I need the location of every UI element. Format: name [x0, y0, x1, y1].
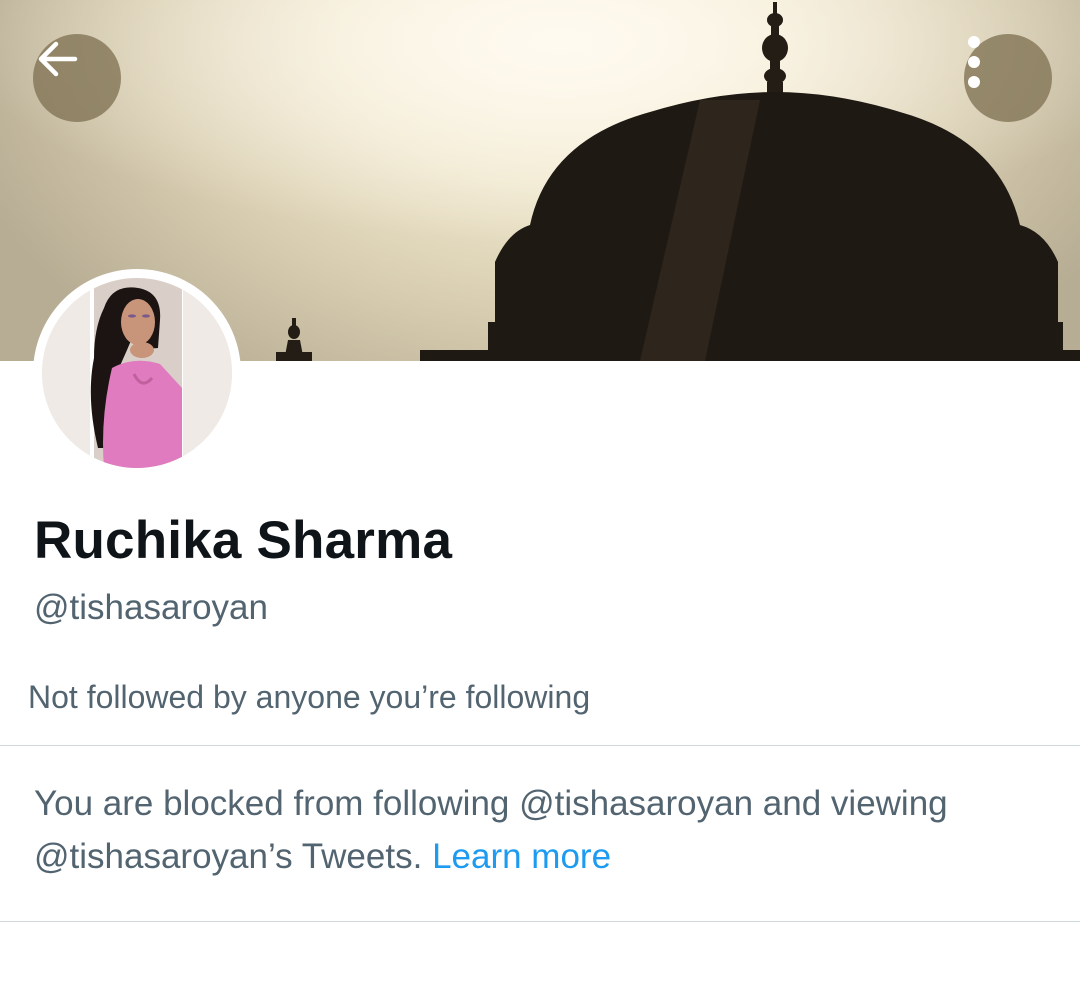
followers-you-know[interactable]: Not followed by anyone you’re following — [28, 679, 590, 716]
divider — [0, 921, 1080, 922]
more-vertical-icon — [968, 36, 980, 88]
blocked-notice: You are blocked from following @tishasar… — [34, 777, 1064, 883]
divider — [0, 745, 1080, 746]
learn-more-link[interactable]: Learn more — [432, 837, 611, 876]
username-handle: @tishasaroyan — [34, 588, 268, 627]
avatar-photo — [42, 278, 232, 468]
profile-photo-image — [42, 278, 232, 468]
arrow-left-icon — [38, 41, 78, 77]
more-options-button[interactable] — [964, 34, 1052, 122]
avatar[interactable] — [33, 269, 241, 477]
display-name: Ruchika Sharma — [34, 511, 453, 570]
back-button[interactable] — [33, 34, 121, 122]
